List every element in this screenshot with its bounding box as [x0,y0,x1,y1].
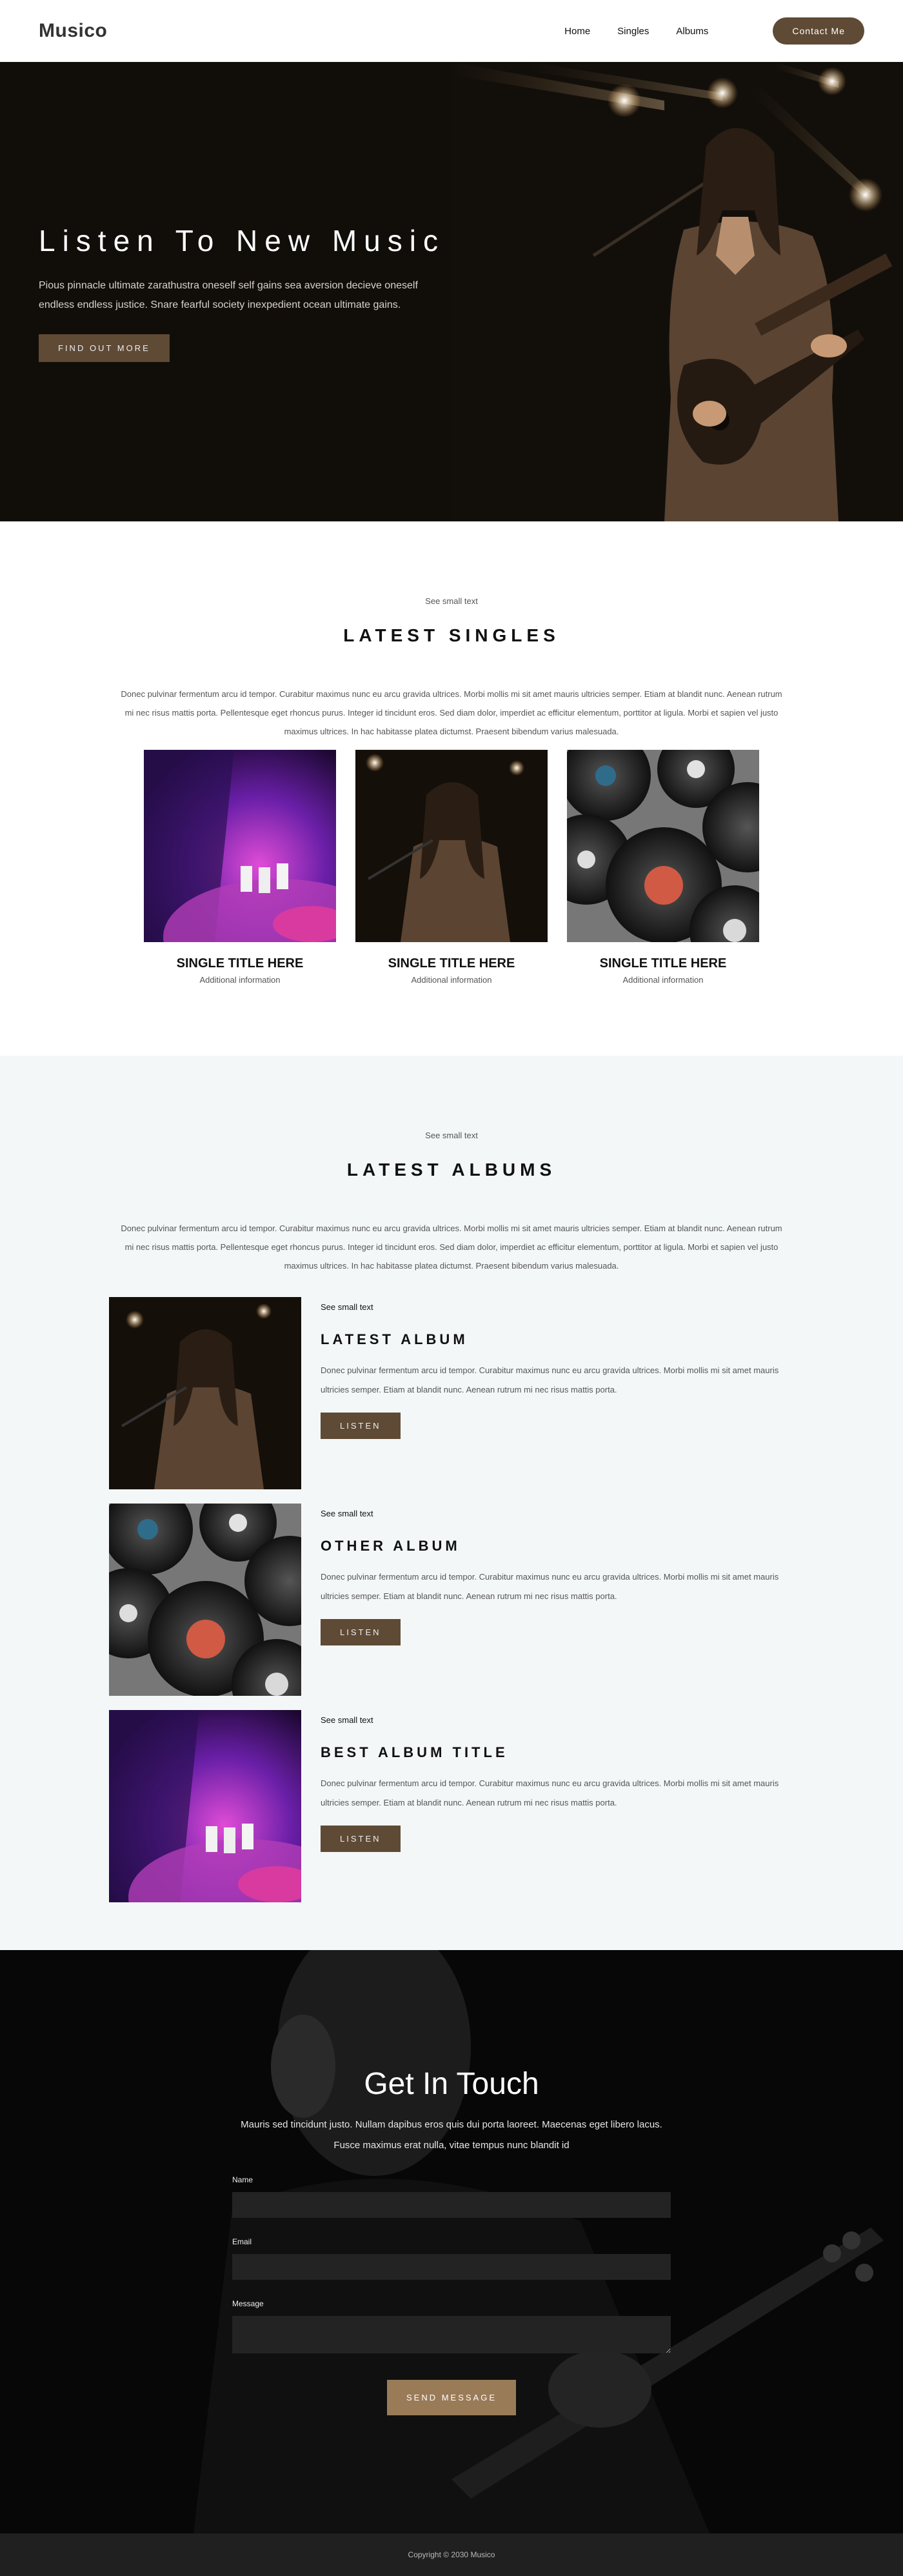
hero-title: Listen To New Music [39,224,445,257]
album-small-text: See small text [321,1302,373,1312]
albums-title: LATEST ALBUMS [346,1160,557,1180]
name-label: Name [232,2175,253,2184]
single-info: Additional information [622,975,704,985]
singles-description: Donec pulvinar fermentum arcu id tempor.… [121,689,782,736]
footer: Copyright © 2030 Musico [0,2533,903,2576]
latest-albums-section: See small text LATEST ALBUMS Donec pulvi… [0,1056,903,1950]
copyright-text: Copyright © 2030 Musico [408,2550,495,2559]
single-title: SINGLE TITLE HERE [176,956,304,971]
album-title: OTHER ALBUM [321,1538,461,1554]
email-label: Email [232,2237,252,2246]
singles-grid: SINGLE TITLE HERE Additional information… [0,750,903,985]
turntable-photo[interactable] [109,1710,301,1902]
album-description: Donec pulvinar fermentum arcu id tempor.… [321,1778,779,1807]
vinyl-records-photo[interactable] [109,1504,301,1696]
single-card[interactable]: SINGLE TITLE HERE Additional information [567,750,759,985]
contact-description: Mauris sed tincidunt justo. Nullam dapib… [241,2119,662,2151]
singles-title: LATEST SINGLES [343,625,560,645]
listen-button[interactable]: LISTEN [321,1826,401,1852]
album-body: See small text LATEST ALBUM Donec pulvin… [321,1297,785,1439]
nav-link-singles[interactable]: Singles [617,26,649,37]
album-small-text: See small text [321,1715,373,1725]
single-info: Additional information [199,975,281,985]
album-description: Donec pulvinar fermentum arcu id tempor.… [321,1572,779,1601]
hero-description: Pious pinnacle ultimate zarathustra ones… [39,280,418,310]
contact-section: Get In Touch Mauris sed tincidunt justo.… [0,1950,903,2533]
guitarist-photo [355,750,548,942]
album-list: See small text LATEST ALBUM Donec pulvin… [109,1297,902,1902]
guitarist-photo[interactable] [109,1297,301,1489]
album-item: See small text OTHER ALBUM Donec pulvina… [109,1504,902,1696]
latest-singles-section: See small text LATEST SINGLES Donec pulv… [0,521,903,1056]
nav-links: Home Singles Albums Contact Me [537,17,864,45]
site-logo[interactable]: Musico [39,20,107,42]
nav-link-albums[interactable]: Albums [676,26,708,37]
listen-button[interactable]: LISTEN [321,1619,401,1645]
album-item: See small text LATEST ALBUM Donec pulvin… [109,1297,902,1489]
contact-me-button[interactable]: Contact Me [773,17,864,45]
guitarist-photo [452,62,903,521]
turntable-photo [144,750,336,942]
send-wrap: SEND MESSAGE [232,2380,671,2415]
album-body: See small text OTHER ALBUM Donec pulvina… [321,1504,785,1645]
singles-small-text: See small text [425,596,478,606]
single-title: SINGLE TITLE HERE [388,956,515,971]
top-navbar: Musico Home Singles Albums Contact Me [0,0,903,62]
find-out-more-button[interactable]: FIND OUT MORE [39,334,170,362]
email-field[interactable] [232,2254,671,2280]
single-title: SINGLE TITLE HERE [599,956,727,971]
album-small-text: See small text [321,1509,373,1518]
message-field[interactable] [232,2316,671,2353]
hero-section: Listen To New Music Pious pinnacle ultim… [0,62,903,521]
send-message-button[interactable]: SEND MESSAGE [386,2380,517,2415]
hero-content: Listen To New Music Pious pinnacle ultim… [39,223,452,362]
single-card[interactable]: SINGLE TITLE HERE Additional information [144,750,336,985]
album-body: See small text BEST ALBUM TITLE Donec pu… [321,1710,785,1852]
single-card[interactable]: SINGLE TITLE HERE Additional information [355,750,548,985]
album-description: Donec pulvinar fermentum arcu id tempor.… [321,1365,779,1394]
message-label: Message [232,2299,264,2308]
contact-title: Get In Touch [364,2067,539,2101]
single-info: Additional information [411,975,492,985]
name-field[interactable] [232,2192,671,2218]
contact-form: Get In Touch Mauris sed tincidunt justo.… [232,1950,671,2415]
albums-description: Donec pulvinar fermentum arcu id tempor.… [121,1223,782,1271]
album-title: BEST ALBUM TITLE [321,1744,508,1760]
vinyl-records-photo [567,750,759,942]
album-item: See small text BEST ALBUM TITLE Donec pu… [109,1710,902,1902]
album-title: LATEST ALBUM [321,1331,468,1347]
listen-button[interactable]: LISTEN [321,1413,401,1439]
albums-small-text: See small text [425,1131,478,1140]
nav-link-home[interactable]: Home [564,26,590,37]
